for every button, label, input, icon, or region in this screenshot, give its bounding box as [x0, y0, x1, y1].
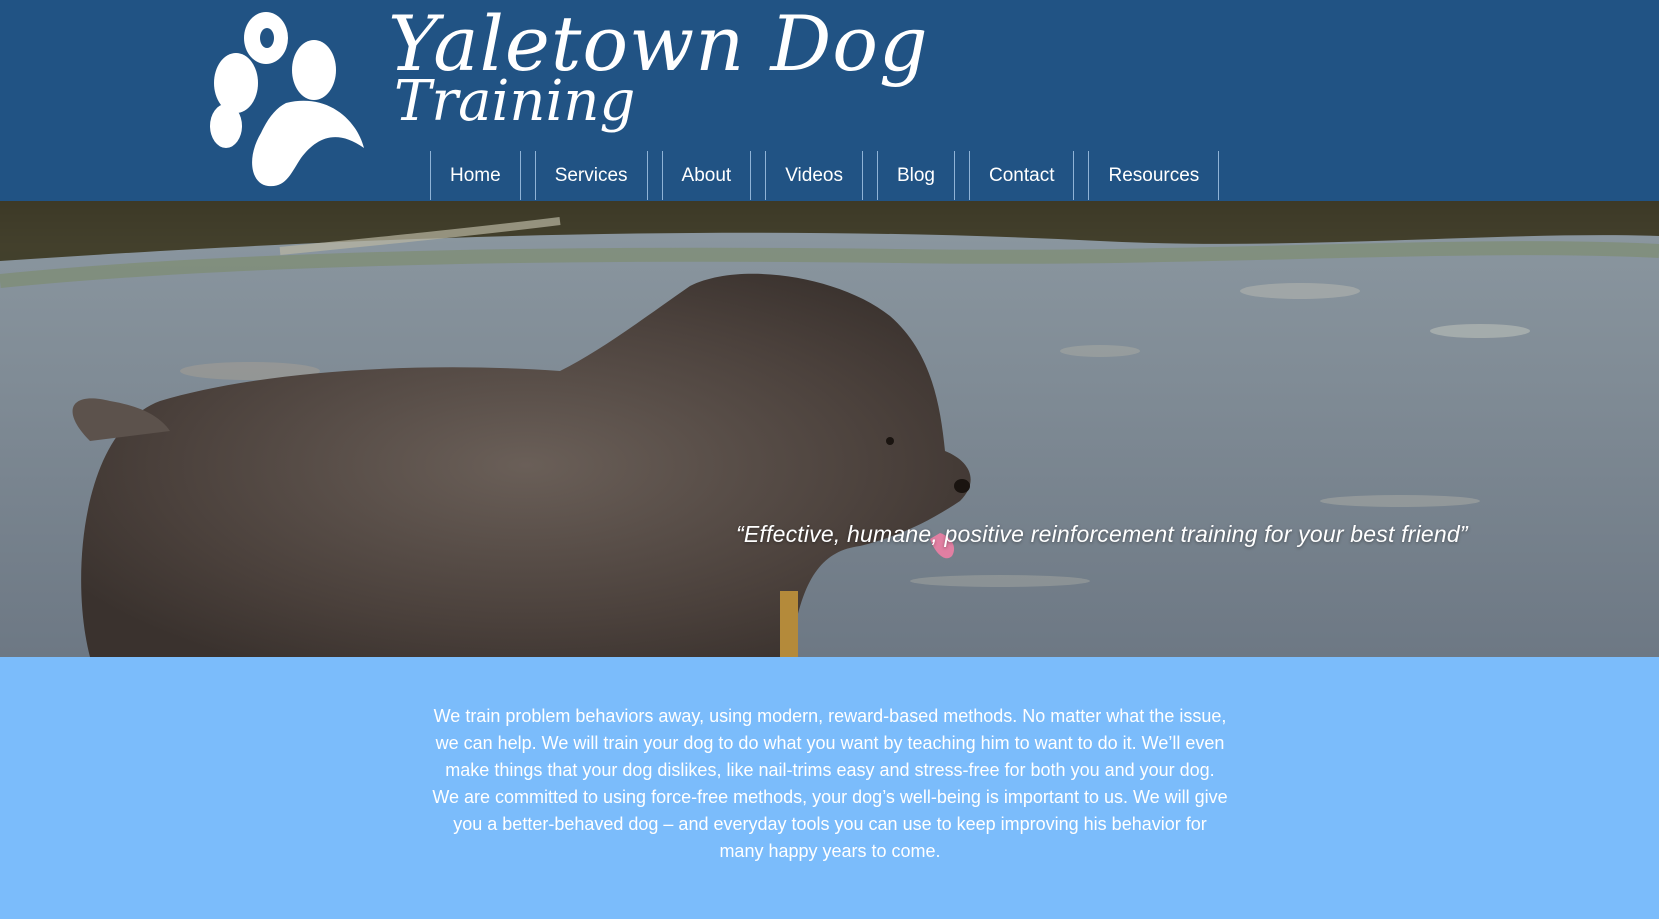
nav-item-resources[interactable]: Resources	[1088, 151, 1220, 200]
nav-item-home[interactable]: Home	[430, 151, 521, 200]
hero-tagline: “Effective, humane, positive reinforceme…	[736, 521, 1468, 547]
site-logo[interactable]: Yaletown Dog Training	[388, 6, 929, 130]
nav-item-videos[interactable]: Videos	[765, 151, 863, 200]
nav-item-blog[interactable]: Blog	[876, 151, 955, 200]
intro-paragraph: We train problem behaviors away, using m…	[432, 706, 1228, 861]
main-nav: Home Services About Videos Blog Contact …	[430, 151, 1233, 201]
site-header: Yaletown Dog Training Home Services Abou…	[0, 0, 1659, 201]
nav-item-contact[interactable]: Contact	[969, 151, 1075, 200]
hero-banner: “Effective, humane, positive reinforceme…	[0, 201, 1659, 657]
paw-print-icon[interactable]	[206, 8, 366, 188]
nav-item-services[interactable]: Services	[534, 151, 648, 200]
hero-dog-photo	[0, 201, 1659, 657]
nav-item-about[interactable]: About	[661, 151, 752, 200]
